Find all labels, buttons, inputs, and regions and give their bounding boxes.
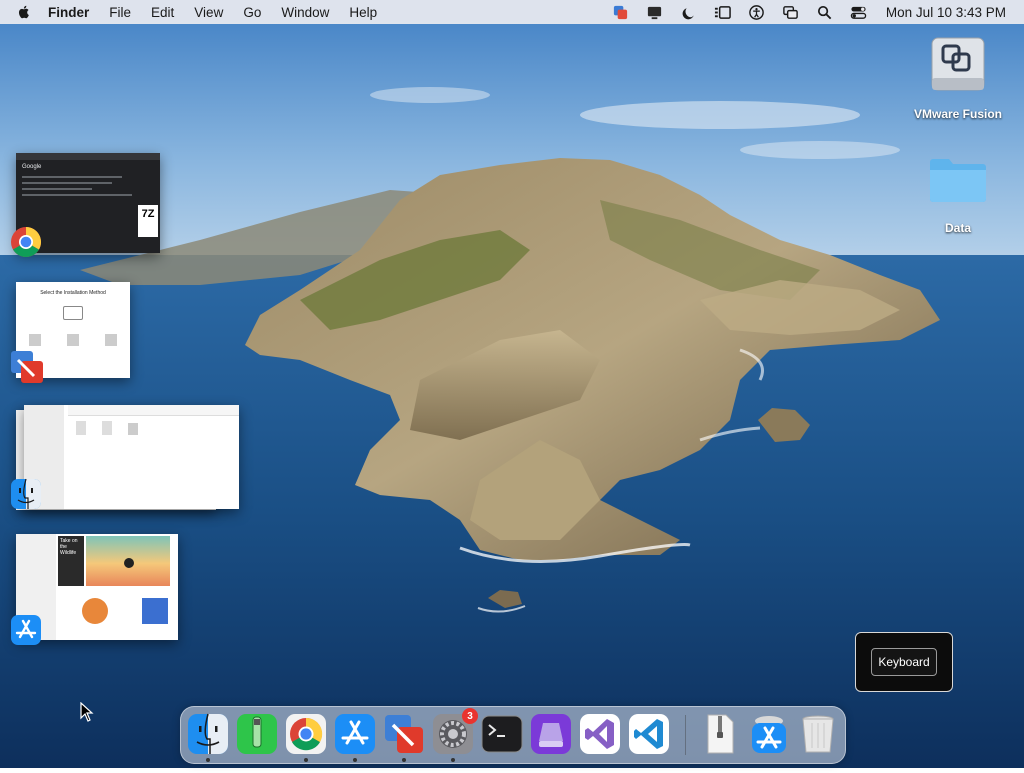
stage-manager-icon[interactable] — [714, 3, 732, 21]
archive-file-icon — [707, 714, 734, 754]
dock: 3 — [180, 706, 846, 764]
dock-item-vmware-fusion[interactable] — [383, 713, 425, 762]
menu-edit[interactable]: Edit — [141, 5, 184, 20]
running-indicator — [451, 758, 455, 762]
mouse-pointer-icon — [80, 702, 94, 722]
trash-icon — [802, 715, 834, 753]
stage-group-vmware[interactable]: Select the Installation Method — [0, 280, 140, 390]
finder-window-thumbnail[interactable] — [24, 405, 239, 509]
dock-item-chrome[interactable] — [285, 713, 327, 762]
display-icon[interactable] — [646, 3, 664, 21]
finder-icon — [11, 478, 41, 509]
screen-mirroring-icon[interactable] — [782, 3, 800, 21]
vmware-fusion-drive-icon — [931, 37, 985, 91]
notification-badge: 3 — [462, 708, 478, 724]
dock-item-vscode[interactable] — [628, 713, 670, 755]
menu-view[interactable]: View — [184, 5, 233, 20]
menu-app-finder[interactable]: Finder — [38, 5, 99, 20]
dock-separator — [685, 715, 686, 755]
dock-item-disk-utility[interactable] — [530, 713, 572, 755]
dock-item-visual-studio[interactable] — [579, 713, 621, 755]
visual-studio-icon — [580, 714, 620, 754]
finder-icon — [188, 713, 228, 754]
dock-item-trash[interactable] — [797, 713, 839, 755]
desktop-icon-vmware-fusion[interactable]: VMware Fusion — [908, 34, 1008, 121]
app-store-icon — [335, 714, 375, 754]
stage-group-chrome[interactable]: Google 7Z — [0, 150, 170, 260]
thumb-text: Google — [22, 164, 42, 170]
vmware-fusion-icon — [385, 715, 423, 753]
vmware-fusion-icon — [11, 351, 43, 383]
7zip-badge: 7Z — [138, 205, 158, 237]
stage-group-app-store[interactable]: Take on the Wildlife — [0, 530, 185, 650]
accessibility-icon[interactable] — [748, 3, 766, 21]
running-indicator — [353, 758, 357, 762]
status-area: Mon Jul 10 3:43 PM — [604, 0, 1024, 24]
terminal-icon — [481, 715, 523, 753]
chrome-icon — [11, 227, 42, 258]
script-editor-icon — [237, 714, 277, 754]
menu-window[interactable]: Window — [271, 5, 339, 20]
dock-item-app-store[interactable] — [334, 713, 376, 762]
app-store-icon — [11, 615, 41, 645]
menu-go[interactable]: Go — [233, 5, 271, 20]
apple-menu-icon[interactable] — [16, 4, 32, 20]
vmware-status-icon[interactable] — [612, 3, 630, 21]
moon-focus-icon[interactable] — [680, 3, 698, 21]
desktop-icon-label: Data — [944, 221, 971, 235]
menubar-clock[interactable]: Mon Jul 10 3:43 PM — [876, 5, 1024, 20]
vscode-icon — [629, 714, 669, 754]
desktop-icon-label: VMware Fusion — [913, 107, 1002, 121]
app-store-installer-icon — [752, 716, 786, 753]
running-indicator — [206, 758, 210, 762]
menu-bar: Finder File Edit View Go Window Help Mon… — [0, 0, 1024, 24]
dock-item-downloads[interactable] — [699, 713, 741, 755]
dock-item-finder[interactable] — [187, 713, 229, 762]
keyboard-popup: Keyboard — [855, 632, 953, 692]
thumb-text: Select the Installation Method — [40, 290, 106, 296]
dock-item-app-store-installer[interactable] — [748, 713, 790, 755]
disk-utility-icon — [531, 714, 571, 754]
stage-group-finder[interactable] — [0, 402, 245, 514]
keyboard-button[interactable]: Keyboard — [871, 648, 937, 676]
running-indicator — [402, 758, 406, 762]
chrome-icon — [286, 714, 326, 754]
spotlight-search-icon[interactable] — [816, 3, 834, 21]
menu-file[interactable]: File — [99, 5, 141, 20]
dock-item-system-settings[interactable]: 3 — [432, 708, 478, 762]
menu-help[interactable]: Help — [339, 5, 387, 20]
desktop-icon-data[interactable]: Data — [908, 148, 1008, 235]
dock-item-script-editor[interactable] — [236, 713, 278, 755]
dock-item-terminal[interactable] — [481, 713, 523, 755]
running-indicator — [304, 758, 308, 762]
control-center-icon[interactable] — [850, 3, 868, 21]
thumb-text: Take on the Wildlife — [58, 536, 84, 586]
folder-icon — [930, 159, 986, 202]
